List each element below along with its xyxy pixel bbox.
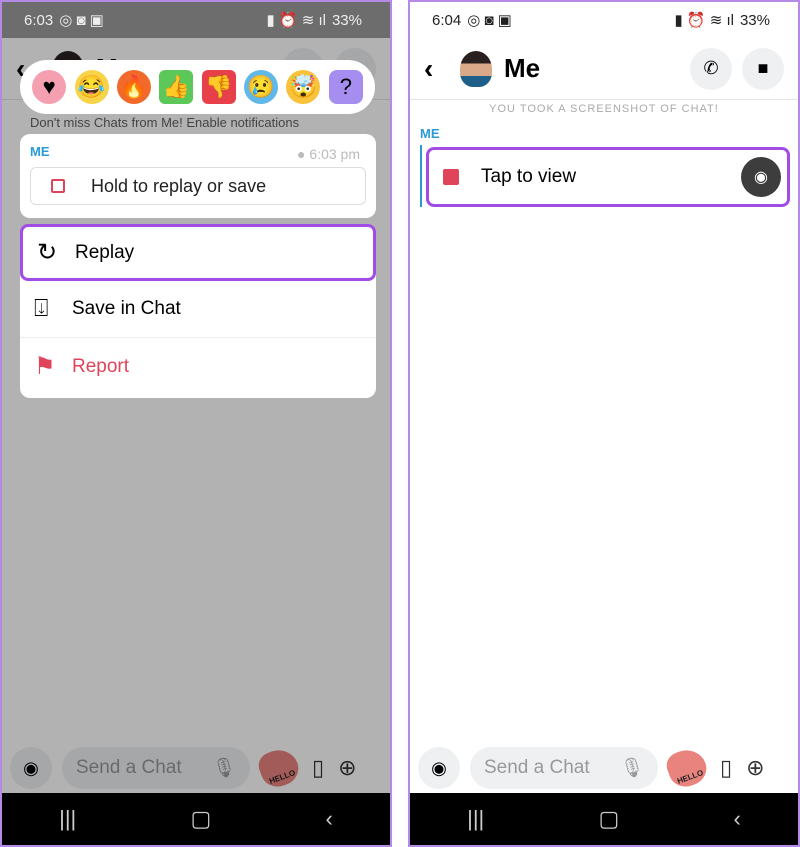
snap-message[interactable]: Tap to view ◉	[426, 147, 790, 207]
question-reaction-icon[interactable]: ?	[328, 70, 363, 104]
heart-reaction-icon[interactable]: ♥	[32, 70, 67, 104]
menu-item-save-in-chat[interactable]: ⍗ Save in Chat	[20, 281, 376, 338]
menu-label: Save in Chat	[72, 298, 181, 319]
snap-label: Tap to view	[481, 166, 577, 187]
nav-back-icon[interactable]: ‹	[734, 806, 741, 832]
avatar[interactable]	[460, 50, 492, 87]
menu-label: Replay	[75, 241, 135, 263]
plus-icon[interactable]: ⊕	[746, 755, 764, 781]
mic-icon[interactable]: 🎙	[620, 756, 644, 780]
fire-reaction-icon[interactable]: 🔥	[116, 70, 151, 104]
flag-icon: ⚑	[34, 353, 56, 380]
camera-icon[interactable]: ◉	[418, 747, 460, 789]
camera-reply-icon[interactable]: ◉	[741, 157, 781, 197]
selected-message-card: ME ● 6:03 pm Hold to replay or save	[20, 134, 376, 218]
home-icon[interactable]: ▢	[599, 806, 620, 832]
system-icons: ▮ ⏰ ≋ ıl	[266, 12, 326, 29]
system-nav-bar: ||| ▢ ‹	[2, 793, 390, 845]
system-icons: ▮ ⏰ ≋ ıl	[674, 12, 734, 29]
video-call-icon[interactable]: ■	[742, 47, 784, 90]
chat-title: Me	[504, 53, 541, 83]
snap-unopened-icon	[443, 169, 459, 185]
reaction-bar: ♥ 😂 🔥 👍 👎 😢 🤯 ?	[20, 60, 375, 114]
notification-notice[interactable]: Don't miss Chats from Me! Enable notific…	[30, 115, 299, 131]
timestamp: ● 6:03 pm	[297, 146, 360, 162]
snap-label: Hold to replay or save	[91, 175, 267, 196]
context-menu: ↻ Replay ⍗ Save in Chat ⚑ Report	[20, 224, 376, 398]
snap-opened-icon	[51, 179, 65, 193]
menu-label: Report	[72, 355, 130, 377]
notification-icons: ◎ ◙ ▣	[467, 12, 512, 29]
composer: ◉ Send a Chat 🎙 HELLO ▯ ⊕	[410, 740, 798, 796]
save-icon: ⍗	[34, 295, 49, 322]
thumbs-down-reaction-icon[interactable]: 👎	[201, 70, 236, 104]
chat-input[interactable]: Send a Chat 🎙	[470, 747, 658, 789]
menu-item-replay[interactable]: ↻ Replay	[20, 224, 376, 281]
thumbs-up-reaction-icon[interactable]: 👍	[159, 70, 194, 104]
crying-reaction-icon[interactable]: 😢	[244, 70, 279, 104]
mind-blown-reaction-icon[interactable]: 🤯	[286, 70, 321, 104]
notification-icons: ◎ ◙ ▣	[59, 12, 104, 29]
recents-icon[interactable]: |||	[467, 806, 484, 832]
right-screen: 6:04 ◎ ◙ ▣ ▮ ⏰ ≋ ıl 33% ‹ Me ✆ ■ YOU TOOK A…	[408, 0, 800, 847]
battery-level: 33%	[331, 11, 362, 29]
battery-level: 33%	[739, 11, 770, 29]
crying-laughing-reaction-icon[interactable]: 😂	[74, 70, 109, 104]
screenshot-notice: YOU TOOK A SCREENSHOT OF CHAT!	[489, 103, 719, 115]
replay-icon: ↻	[37, 239, 58, 266]
back-icon[interactable]: ‹	[424, 53, 454, 85]
nav-back-icon[interactable]: ‹	[326, 806, 333, 832]
clock: 6:04	[432, 11, 462, 29]
status-bar: 6:03 ◎ ◙ ▣ ▮ ⏰ ≋ ıl 33%	[2, 2, 390, 38]
sender-bar	[420, 145, 422, 207]
call-icon[interactable]: ✆	[690, 47, 732, 90]
recents-icon[interactable]: |||	[59, 806, 76, 832]
status-bar: 6:04 ◎ ◙ ▣ ▮ ⏰ ≋ ıl 33%	[410, 2, 798, 38]
menu-item-report[interactable]: ⚑ Report	[20, 338, 376, 395]
sender-label: ME	[420, 126, 440, 141]
memories-icon[interactable]: ▯	[720, 755, 732, 781]
snap-message[interactable]: Hold to replay or save	[30, 167, 366, 205]
chat-placeholder: Send a Chat	[484, 757, 590, 778]
clock: 6:03	[24, 11, 54, 29]
timestamp-text: 6:03 pm	[309, 146, 360, 162]
system-nav-bar: ||| ▢ ‹	[410, 793, 798, 845]
chat-header: ‹ Me ✆ ■	[410, 38, 798, 100]
hello-sticker[interactable]: HELLO	[662, 744, 712, 792]
home-icon[interactable]: ▢	[191, 806, 212, 832]
left-screen: 6:03◎ ◙ ▣▮ ⏰ ≋ ıl33% ‹ Me ✆ ■ ◉ Send a C…	[0, 0, 392, 847]
